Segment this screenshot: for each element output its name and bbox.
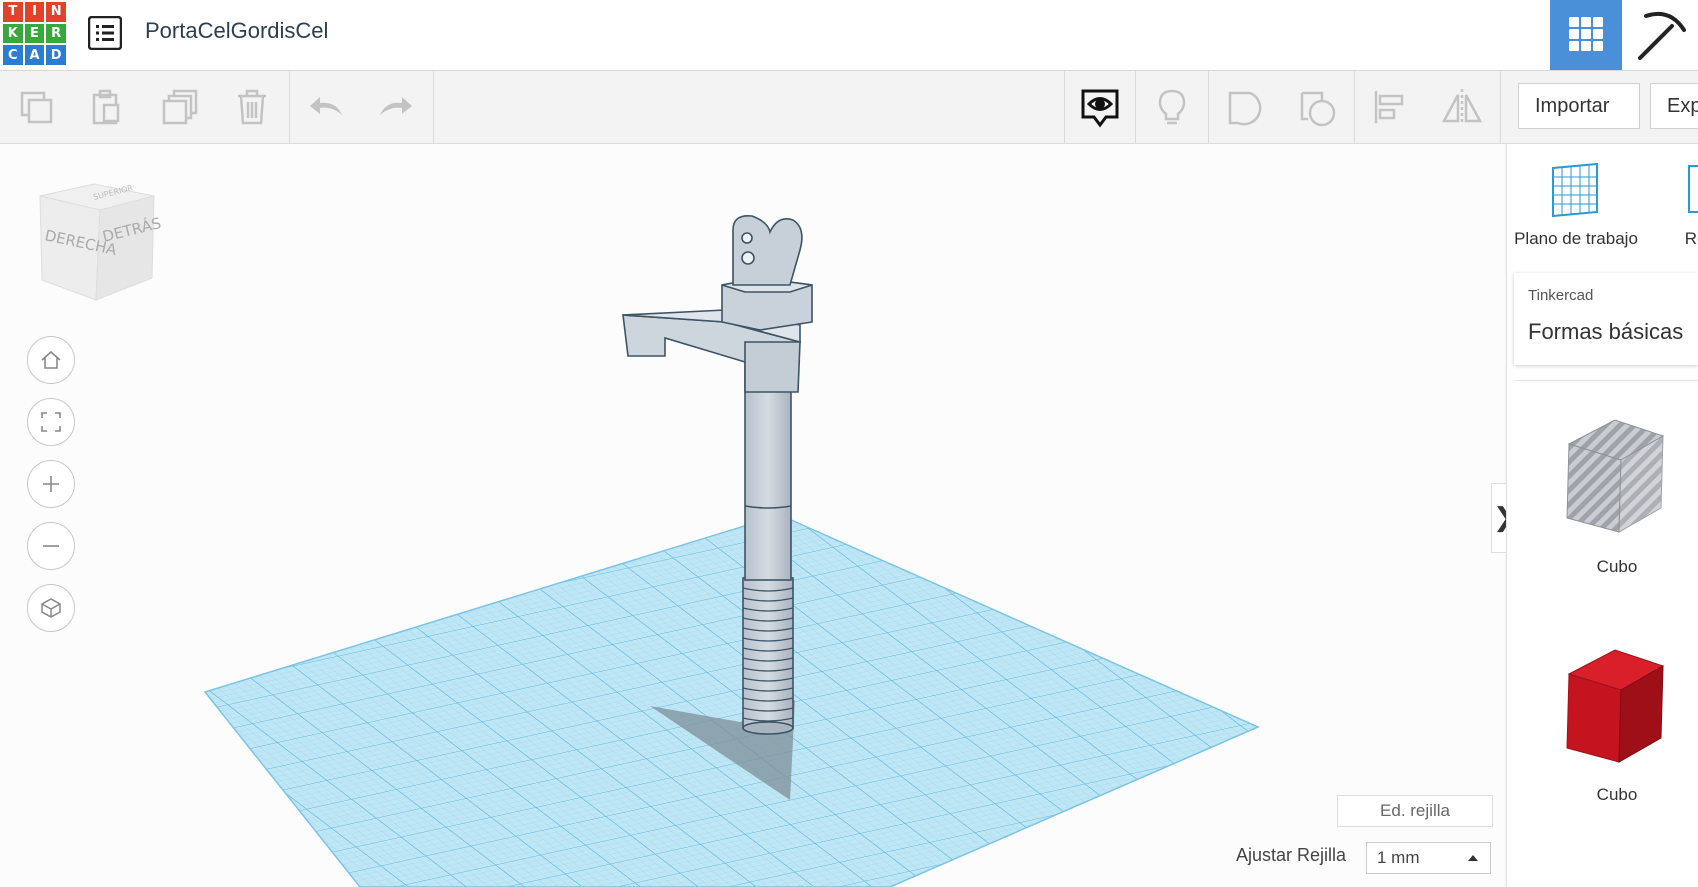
home-view-button[interactable] [27, 336, 75, 384]
workplane-label: Plano de trabajo [1514, 229, 1638, 248]
export-button[interactable]: Exportar [1650, 83, 1698, 129]
category-name: Formas básicas [1528, 319, 1684, 344]
duplicate-icon [162, 89, 198, 125]
lightbulb-icon [1158, 89, 1186, 125]
shape-label: Cubo [1596, 557, 1638, 576]
edit-grid-button[interactable]: Ed. rejilla [1337, 795, 1493, 827]
logo-letter: A [24, 45, 45, 65]
logo-letter: C [3, 45, 23, 65]
tinkercad-logo[interactable]: TIN KER CAD [3, 2, 66, 65]
align-button[interactable] [1362, 79, 1418, 135]
import-button[interactable]: Importar [1518, 83, 1640, 129]
fit-icon [41, 412, 61, 432]
plus-icon [43, 476, 59, 492]
hole-shape-icon [1300, 91, 1336, 127]
pickaxe-icon [1638, 11, 1686, 60]
category-source: Tinkercad [1528, 287, 1594, 304]
fit-view-button[interactable] [27, 398, 75, 446]
home-icon [41, 350, 61, 369]
logo-letter: I [24, 2, 45, 22]
workplane-scene [203, 214, 1260, 887]
workplane-tool[interactable] [1547, 162, 1603, 222]
zoom-out-button[interactable] [27, 522, 75, 570]
logo-letter: N [46, 2, 66, 22]
logo-letter: T [3, 2, 23, 22]
eye-speech-icon [1081, 89, 1119, 128]
grid-icon [1569, 17, 1603, 51]
list-icon [87, 15, 123, 51]
edit-toolbar: Importar Exportar [0, 71, 1698, 144]
shape-cube-hole[interactable] [1557, 414, 1671, 542]
align-icon [1374, 91, 1404, 123]
undo-button[interactable] [298, 79, 354, 135]
logo-letter: D [46, 45, 66, 65]
redo-icon [380, 97, 412, 115]
zoom-in-button[interactable] [27, 460, 75, 508]
shapes-panel: Plano de trabajo Regla Cubo Cubo [1506, 144, 1698, 887]
duplicate-button[interactable] [152, 79, 208, 135]
shape-label: Cubo [1596, 785, 1638, 804]
solid-shape-icon [1228, 91, 1262, 126]
logo-letter: E [24, 23, 45, 44]
mirror-button[interactable] [1434, 79, 1490, 135]
blocks-view-button[interactable] [1622, 0, 1698, 70]
3d-view-button[interactable] [1550, 0, 1622, 70]
logo-letter: R [46, 23, 66, 44]
view-cube[interactable]: DERECHA DETRÁS SUPERIOR [32, 182, 163, 312]
caret-up-icon [1468, 855, 1478, 861]
minus-icon [43, 545, 59, 547]
mirror-icon [1441, 89, 1483, 125]
ruler-tool[interactable] [1687, 164, 1698, 218]
divider [1514, 380, 1698, 381]
solid-button[interactable] [1218, 79, 1274, 135]
ruler-icon [1688, 165, 1698, 213]
solid-cube-icon [1566, 649, 1665, 763]
shape-cube-solid[interactable] [1557, 644, 1671, 772]
workplane-grid [203, 514, 1260, 887]
paste-icon [92, 89, 120, 125]
cube-icon [41, 598, 61, 618]
trash-icon [238, 89, 266, 125]
notes-button[interactable] [1144, 79, 1200, 135]
hole-button[interactable] [1290, 79, 1346, 135]
perspective-button[interactable] [27, 584, 75, 632]
snap-grid-select[interactable]: 1 mm [1366, 842, 1491, 874]
snap-grid-label: Ajustar Rejilla [1236, 845, 1347, 865]
ruler-label: Regla [1684, 229, 1698, 248]
redo-button[interactable] [368, 79, 424, 135]
design-list-button[interactable] [87, 15, 123, 51]
logo-letter: K [3, 23, 23, 44]
3d-viewport[interactable]: DERECHA DETRÁS SUPERIOR [0, 144, 1505, 887]
top-bar: TIN KER CAD PortaCelGordisCel [0, 0, 1698, 71]
paste-button[interactable] [78, 79, 134, 135]
shape-category-dropdown[interactable]: Tinkercad Formas básicas [1514, 273, 1698, 365]
snap-grid-value: 1 mm [1377, 848, 1420, 867]
undo-icon [310, 97, 342, 115]
design-title[interactable]: PortaCelGordisCel [145, 18, 328, 44]
delete-button[interactable] [224, 79, 280, 135]
copy-button[interactable] [8, 79, 64, 135]
show-all-button[interactable] [1072, 79, 1128, 135]
copy-icon [20, 91, 53, 124]
hole-cube-icon [1566, 419, 1665, 533]
workplane-icon [1552, 162, 1598, 218]
